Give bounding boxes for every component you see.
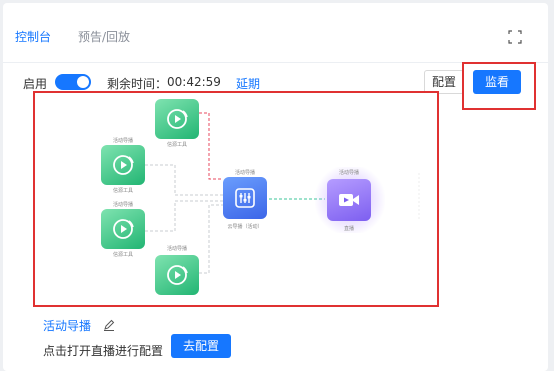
gray-connector-3 bbox=[199, 204, 223, 274]
live-node-caption: 直播 bbox=[343, 226, 354, 232]
broadcast-play-icon bbox=[113, 219, 134, 239]
control-panel: 控制台 预告/回放 启用 剩余时间： 00:42:59 延期 配置 监看 信源工… bbox=[3, 3, 548, 371]
config-hint: 点击打开直播进行配置 bbox=[43, 344, 164, 358]
extend-link[interactable]: 延期 bbox=[236, 75, 260, 92]
broadcast-play-icon bbox=[113, 155, 134, 175]
director-link[interactable]: 活动导播 bbox=[43, 317, 91, 334]
tab-bar: 控制台 预告/回放 bbox=[3, 3, 548, 63]
source-node-3[interactable] bbox=[101, 209, 145, 249]
live-node[interactable] bbox=[327, 179, 371, 221]
gray-connector-1 bbox=[145, 164, 223, 196]
source-node-3-title: 活动导播 bbox=[112, 202, 133, 208]
video-camera-icon bbox=[339, 194, 359, 206]
source-node-2-caption: 信源工具 bbox=[112, 188, 133, 194]
expand-icon[interactable] bbox=[508, 30, 522, 44]
source-node-2[interactable] bbox=[101, 145, 145, 185]
broadcast-play-icon bbox=[167, 265, 188, 285]
source-node-2-title: 活动导播 bbox=[112, 138, 133, 144]
broadcast-play-icon bbox=[167, 109, 188, 129]
enable-toggle[interactable] bbox=[55, 74, 91, 90]
cloud-node-caption: 云导播（活动） bbox=[227, 224, 263, 230]
source-node-3-caption: 信源工具 bbox=[112, 252, 133, 258]
mixer-icon bbox=[235, 188, 255, 208]
cloud-node-title: 活动导播 bbox=[234, 170, 255, 176]
live-node-title: 活动导播 bbox=[338, 170, 359, 176]
source-node-4[interactable] bbox=[155, 255, 199, 295]
tab-console[interactable]: 控制台 bbox=[15, 28, 51, 45]
source-node-1-caption: 信源工具 bbox=[166, 142, 187, 148]
broadcast-flow-diagram: 信源工具 活动导播 信源工具 活动导播 信源工具 活动导播 活动导播 云导播（活… bbox=[33, 91, 439, 307]
remaining-time-value: 00:42:59 bbox=[167, 75, 221, 89]
source-node-4-title: 活动导播 bbox=[166, 246, 187, 252]
source-node-1[interactable] bbox=[155, 99, 199, 139]
tab-preview-replay[interactable]: 预告/回放 bbox=[78, 28, 130, 45]
monitor-highlight-box bbox=[462, 62, 536, 110]
pencil-icon[interactable] bbox=[103, 319, 115, 331]
enable-label: 启用 bbox=[23, 77, 48, 91]
go-config-button[interactable]: 去配置 bbox=[171, 334, 231, 358]
cloud-director-node[interactable] bbox=[223, 177, 267, 219]
remaining-time-label: 剩余时间： bbox=[107, 77, 168, 91]
toggle-knob bbox=[77, 76, 89, 88]
